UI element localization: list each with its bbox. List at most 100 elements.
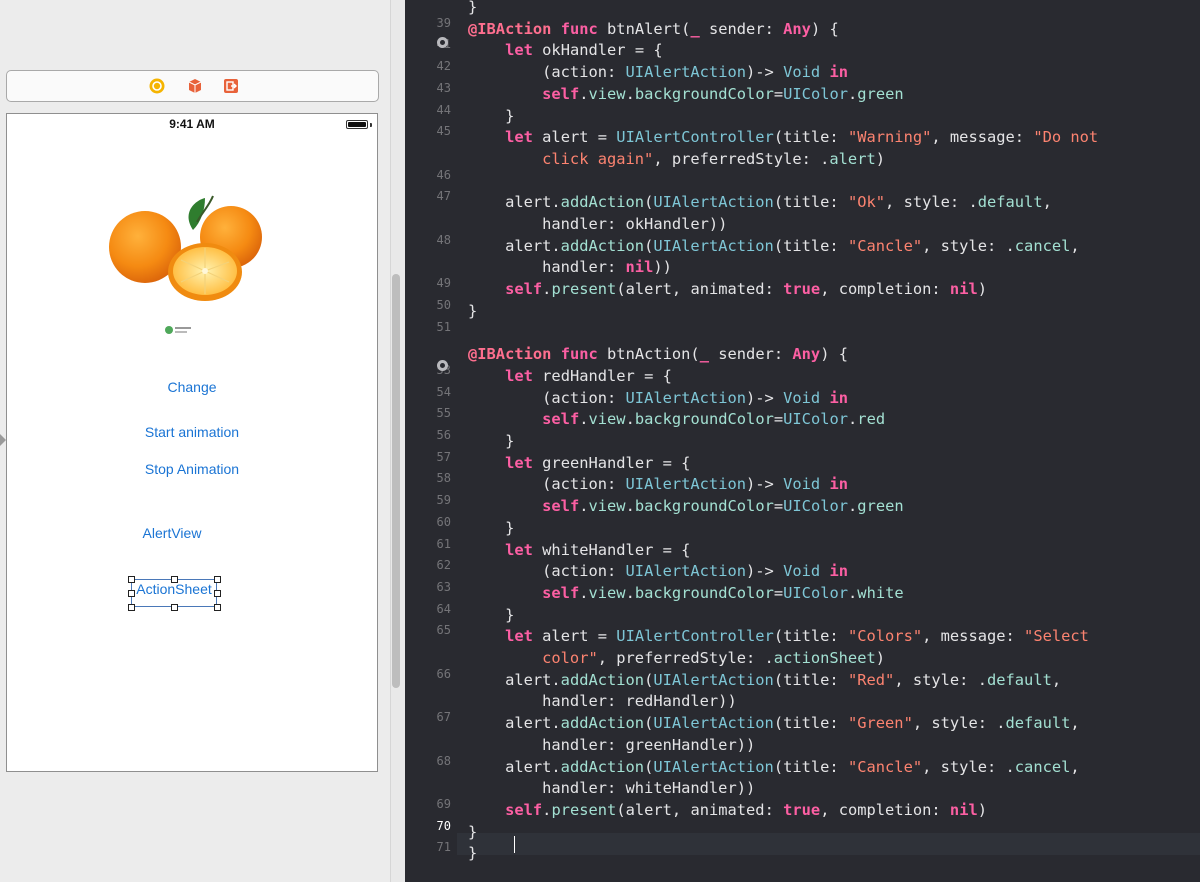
code-line[interactable]: let greenHandler = { — [468, 453, 690, 474]
action-sheet-button-selected[interactable]: ActionSheet — [128, 576, 221, 611]
code-token: nil — [949, 280, 978, 299]
line-number[interactable]: 68 — [405, 754, 451, 768]
code-line[interactable]: } — [468, 843, 477, 864]
line-number[interactable]: 50 — [405, 298, 451, 312]
view-controller-icon[interactable] — [149, 78, 165, 94]
line-number[interactable]: 71 — [405, 840, 451, 854]
code-token: )-> — [746, 63, 784, 82]
code-line[interactable]: self.view.backgroundColor=UIColor.green — [468, 496, 904, 517]
line-number[interactable]: 58 — [405, 471, 451, 485]
code-line[interactable]: @IBAction func btnAction(_ sender: Any) … — [468, 344, 848, 365]
line-number[interactable]: 39 — [405, 16, 451, 30]
code-line[interactable]: handler: greenHandler)) — [468, 735, 755, 756]
line-number[interactable]: 65 — [405, 623, 451, 637]
resize-handle[interactable] — [171, 604, 178, 611]
line-number[interactable]: 63 — [405, 580, 451, 594]
code-token: (alert, animated: — [616, 280, 784, 299]
code-line[interactable]: @IBAction func btnAlert(_ sender: Any) { — [468, 19, 839, 40]
code-line[interactable]: } — [468, 431, 514, 452]
line-number[interactable]: 67 — [405, 710, 451, 724]
code-token: alert. — [468, 714, 561, 733]
line-number[interactable]: 61 — [405, 537, 451, 551]
code-line[interactable]: } — [468, 605, 514, 626]
code-line[interactable]: handler: whiteHandler)) — [468, 778, 755, 799]
storyboard-canvas[interactable]: 9:41 AM Change Start animation Stop Anim… — [0, 0, 390, 882]
code-line[interactable]: color", preferredStyle: .actionSheet) — [468, 648, 885, 669]
code-line[interactable]: alert.addAction(UIAlertAction(title: "Gr… — [468, 713, 1080, 734]
code-line[interactable]: click again", preferredStyle: .alert) — [468, 149, 885, 170]
line-number[interactable]: 46 — [405, 168, 451, 182]
code-line[interactable]: let redHandler = { — [468, 366, 672, 387]
line-number[interactable]: 54 — [405, 385, 451, 399]
code-token: func — [560, 345, 598, 364]
code-line[interactable]: alert.addAction(UIAlertAction(title: "Re… — [468, 670, 1061, 691]
line-number[interactable]: 70 — [405, 819, 451, 833]
code-line[interactable]: let whiteHandler = { — [468, 540, 690, 561]
code-line[interactable]: } — [468, 106, 514, 127]
code-token: } — [468, 0, 478, 16]
code-line[interactable]: let okHandler = { — [468, 40, 663, 61]
line-number[interactable]: 60 — [405, 515, 451, 529]
line-number[interactable]: 51 — [405, 320, 451, 334]
scene-dock[interactable] — [6, 70, 379, 102]
line-number[interactable]: 64 — [405, 602, 451, 616]
code-line[interactable]: self.view.backgroundColor=UIColor.green — [468, 84, 904, 105]
code-token: . — [579, 583, 589, 602]
line-number[interactable]: 44 — [405, 103, 451, 117]
code-line[interactable]: } — [468, 0, 477, 18]
code-editor[interactable]: 3941424344454647484950515354555657585960… — [405, 0, 1200, 882]
code-line[interactable]: alert.addAction(UIAlertAction(title: "Ca… — [468, 757, 1080, 778]
code-token: , — [1070, 714, 1080, 733]
code-line[interactable]: alert.addAction(UIAlertAction(title: "Ok… — [468, 192, 1052, 213]
code-line[interactable]: (action: UIAlertAction)-> Void in — [468, 388, 848, 409]
line-number[interactable]: 59 — [405, 493, 451, 507]
breakpoint-icon[interactable] — [437, 359, 448, 371]
line-number[interactable]: 49 — [405, 276, 451, 290]
line-number[interactable]: 62 — [405, 558, 451, 572]
resize-handle[interactable] — [214, 604, 221, 611]
alert-view-button[interactable]: AlertView — [7, 525, 337, 541]
resize-handle[interactable] — [128, 604, 135, 611]
line-number[interactable]: 48 — [405, 233, 451, 247]
code-token: } — [468, 518, 515, 537]
code-token: Void — [783, 475, 821, 494]
code-line[interactable]: (action: UIAlertAction)-> Void in — [468, 474, 848, 495]
code-line[interactable]: } — [468, 822, 477, 843]
line-number[interactable]: 57 — [405, 450, 451, 464]
code-token: , — [1042, 193, 1052, 212]
line-number[interactable]: 66 — [405, 667, 451, 681]
line-number[interactable]: 43 — [405, 81, 451, 95]
code-line[interactable]: (action: UIAlertAction)-> Void in — [468, 62, 848, 83]
line-number[interactable]: 47 — [405, 189, 451, 203]
change-button[interactable]: Change — [7, 379, 377, 395]
line-number-gutter[interactable]: 3941424344454647484950515354555657585960… — [405, 0, 457, 882]
code-line[interactable]: alert.addAction(UIAlertAction(title: "Ca… — [468, 236, 1080, 257]
line-number[interactable]: 42 — [405, 59, 451, 73]
first-responder-icon[interactable] — [187, 78, 203, 94]
line-number[interactable]: 55 — [405, 406, 451, 420]
code-line[interactable]: self.view.backgroundColor=UIColor.white — [468, 583, 904, 604]
code-line[interactable]: handler: okHandler)) — [468, 214, 727, 235]
code-line[interactable]: self.view.backgroundColor=UIColor.red — [468, 409, 885, 430]
code-line[interactable]: let alert = UIAlertController(title: "Wa… — [468, 127, 1098, 148]
code-line[interactable]: } — [468, 301, 477, 322]
code-line[interactable]: self.present(alert, animated: true, comp… — [468, 800, 987, 821]
code-line[interactable]: self.present(alert, animated: true, comp… — [468, 279, 987, 300]
code-line[interactable]: handler: redHandler)) — [468, 691, 737, 712]
stop-animation-button[interactable]: Stop Animation — [7, 461, 377, 477]
exit-icon[interactable] — [223, 78, 239, 94]
code-line[interactable]: } — [468, 518, 514, 539]
code-line[interactable]: let alert = UIAlertController(title: "Co… — [468, 626, 1089, 647]
code-line[interactable]: (action: UIAlertAction)-> Void in — [468, 561, 848, 582]
code-line[interactable]: handler: nil)) — [468, 257, 672, 278]
line-number[interactable]: 45 — [405, 124, 451, 138]
line-number[interactable]: 69 — [405, 797, 451, 811]
storyboard-scrollbar-thumb[interactable] — [392, 274, 400, 688]
code-token: green — [857, 497, 904, 516]
action-sheet-button[interactable]: ActionSheet — [131, 581, 217, 597]
line-number[interactable]: 56 — [405, 428, 451, 442]
start-animation-button[interactable]: Start animation — [7, 424, 377, 440]
orange-image[interactable] — [101, 192, 266, 307]
